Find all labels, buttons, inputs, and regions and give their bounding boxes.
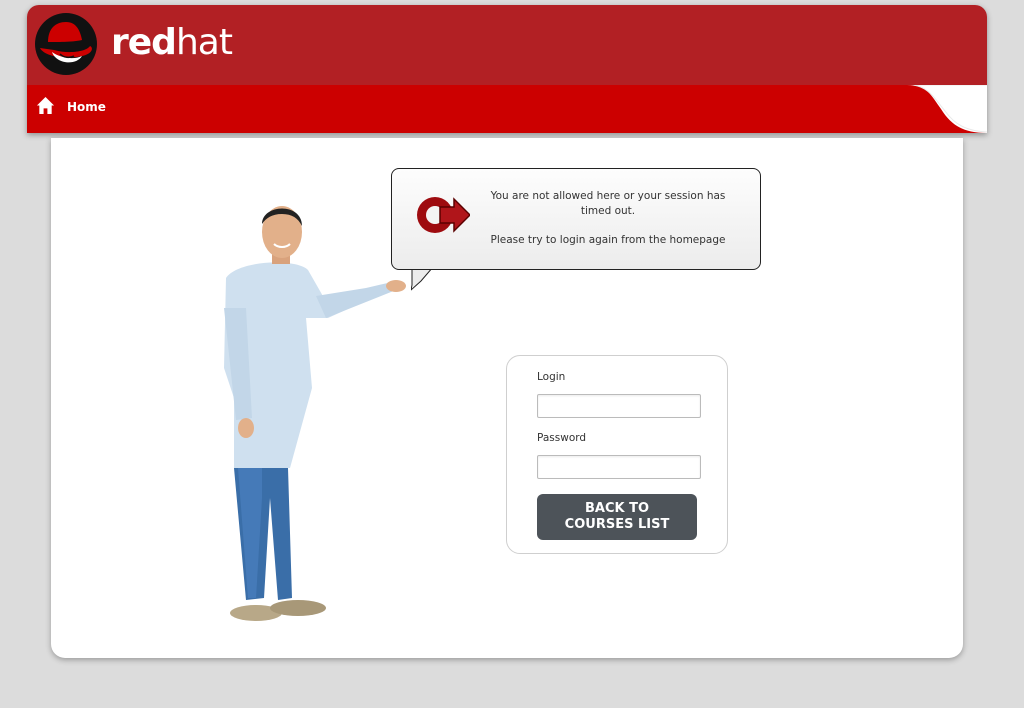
session-timeout-message: You are not allowed here or your session…: [490, 190, 726, 217]
site-header: redhat Home: [27, 5, 987, 133]
wordmark-hat: hat: [175, 22, 233, 63]
redhat-wordmark: redhat: [111, 22, 233, 63]
redhat-logo-icon[interactable]: [34, 12, 98, 76]
login-input[interactable]: [537, 394, 701, 418]
wordmark-red: red: [111, 22, 177, 63]
login-again-message: Please try to login again from the homep…: [490, 234, 726, 246]
presenter-person-illustration: [224, 206, 406, 621]
password-input[interactable]: [537, 455, 701, 479]
logout-arrow-icon: [417, 197, 470, 233]
main-nav: Home: [27, 85, 987, 133]
back-to-courses-button[interactable]: BACK TO COURSES LIST: [537, 494, 697, 540]
nav-corner-swoosh: [907, 85, 987, 133]
login-label: Login: [537, 371, 566, 383]
header-banner: redhat: [27, 5, 987, 85]
nav-home-link[interactable]: Home: [67, 100, 106, 114]
speech-bubble-tail: [411, 267, 434, 291]
login-form: Login Password BACK TO COURSES LIST: [506, 355, 728, 554]
password-label: Password: [537, 432, 587, 444]
main-content: You are not allowed here or your session…: [51, 138, 963, 658]
session-message-bubble: You are not allowed here or your session…: [391, 168, 761, 270]
home-icon[interactable]: [36, 96, 55, 115]
